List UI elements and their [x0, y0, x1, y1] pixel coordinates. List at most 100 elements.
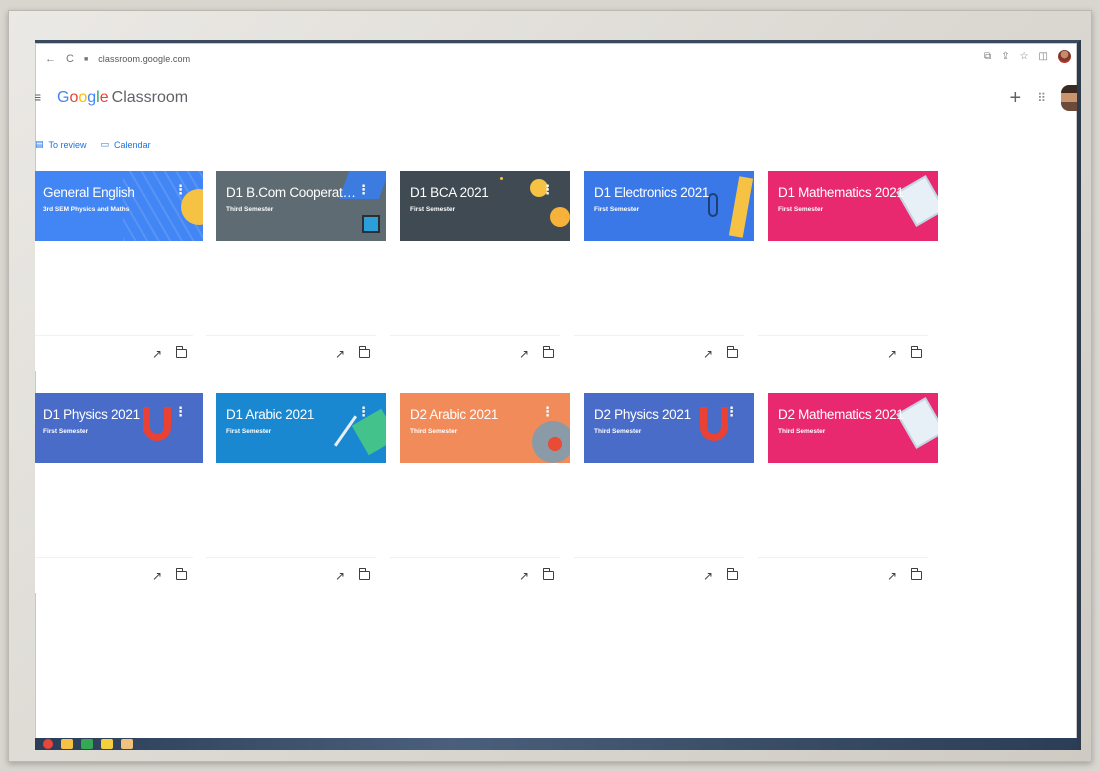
class-card[interactable]: D1 Physics 2021 First Semester ⋮ ↗ — [35, 393, 203, 593]
class-section: First Semester — [43, 428, 89, 435]
class-title[interactable]: D2 Mathematics 2021 — [778, 407, 908, 422]
trending-icon[interactable]: ↗ — [887, 347, 897, 361]
class-section: Third Semester — [226, 206, 274, 213]
class-card[interactable]: D1 Arabic 2021 First Semester ⋮ ↗ — [206, 393, 386, 593]
classroom-logo[interactable]: Google Classroom — [57, 89, 188, 107]
star-icon[interactable]: ☆ — [1020, 51, 1029, 62]
card-banner[interactable]: D2 Physics 2021 Third Semester ⋮ — [584, 393, 754, 463]
trending-icon[interactable]: ↗ — [335, 569, 345, 583]
browser-toolbar: ← C ■ classroom.google.com ⧉ ⇪ ☆ ◫ — [35, 43, 1077, 75]
class-card[interactable]: D1 Electronics 2021 First Semester ↗ — [574, 171, 754, 371]
class-title[interactable]: D1 Electronics 2021 — [594, 185, 724, 200]
trending-icon[interactable]: ↗ — [519, 347, 529, 361]
profile-avatar[interactable] — [1058, 50, 1071, 63]
card-banner[interactable]: D2 Mathematics 2021 Third Semester — [768, 393, 938, 463]
trending-icon[interactable]: ↗ — [335, 347, 345, 361]
card-banner[interactable]: D1 BCA 2021 First Semester ⋮ — [400, 171, 570, 241]
class-card[interactable]: D2 Arabic 2021 Third Semester ⋮ ↗ — [390, 393, 570, 593]
more-vert-icon[interactable]: ⋮ — [174, 183, 187, 196]
more-vert-icon[interactable]: ⋮ — [174, 405, 187, 418]
add-class-icon[interactable]: + — [1010, 87, 1022, 110]
class-title[interactable]: D2 Physics 2021 — [594, 407, 724, 422]
card-footer: ↗ — [574, 557, 744, 593]
trending-icon[interactable]: ↗ — [152, 347, 162, 361]
apps-grid-icon[interactable]: ⠿ — [1037, 91, 1046, 105]
class-title[interactable]: D2 Arabic 2021 — [410, 407, 540, 422]
more-vert-icon[interactable]: ⋮ — [725, 405, 738, 418]
app-icon[interactable] — [81, 739, 93, 749]
product-name: Classroom — [111, 89, 189, 106]
card-footer: ↗ — [35, 335, 193, 371]
folder-icon[interactable] — [175, 346, 187, 358]
folder-icon[interactable] — [358, 346, 370, 358]
reload-button[interactable]: C — [66, 53, 74, 65]
class-title[interactable]: D1 Arabic 2021 — [226, 407, 356, 422]
more-vert-icon[interactable]: ⋮ — [357, 183, 370, 196]
card-banner[interactable]: D1 B.Com Cooperatio... Third Semester ⋮ — [216, 171, 386, 241]
card-banner[interactable]: D1 Physics 2021 First Semester ⋮ — [35, 393, 203, 463]
class-card[interactable]: D2 Mathematics 2021 Third Semester ↗ — [758, 393, 938, 593]
class-card[interactable]: D1 B.Com Cooperatio... Third Semester ⋮ … — [206, 171, 386, 371]
folder-icon[interactable] — [358, 568, 370, 580]
class-section: Third Semester — [594, 428, 642, 435]
banner-illustration — [550, 207, 570, 227]
account-avatar[interactable] — [1061, 85, 1077, 111]
card-banner[interactable]: D2 Arabic 2021 Third Semester ⋮ — [400, 393, 570, 463]
trending-icon[interactable]: ↗ — [703, 347, 713, 361]
folder-icon[interactable] — [726, 568, 738, 580]
calendar-link[interactable]: ▭ Calendar — [101, 139, 151, 150]
to-review-label: To review — [48, 139, 87, 150]
banner-illustration — [500, 177, 503, 180]
sidepanel-icon[interactable]: ◫ — [1039, 51, 1048, 62]
menu-icon[interactable]: ≡ — [35, 89, 41, 105]
taskbar — [35, 738, 1077, 750]
class-title[interactable]: D1 Physics 2021 — [43, 407, 173, 422]
star-app-icon[interactable] — [101, 739, 113, 749]
card-footer: ↗ — [390, 557, 560, 593]
card-footer: ↗ — [206, 557, 376, 593]
card-banner[interactable]: General English 3rd SEM Physics and Math… — [35, 171, 203, 241]
class-title[interactable]: D1 BCA 2021 — [410, 185, 540, 200]
class-card[interactable]: D1 BCA 2021 First Semester ⋮ ↗ — [390, 171, 570, 371]
class-card[interactable]: General English 3rd SEM Physics and Math… — [35, 171, 203, 371]
banner-illustration — [896, 175, 938, 227]
folder-icon[interactable] — [910, 346, 922, 358]
translate-icon[interactable]: ⧉ — [984, 51, 991, 62]
class-title[interactable]: D1 B.Com Cooperatio... — [226, 185, 356, 200]
start-icon[interactable] — [43, 739, 53, 749]
browser-window: ← C ■ classroom.google.com ⧉ ⇪ ☆ ◫ ≡ Goo… — [35, 40, 1081, 750]
class-card[interactable]: D2 Physics 2021 Third Semester ⋮ ↗ — [574, 393, 754, 593]
card-banner[interactable]: D1 Electronics 2021 First Semester — [584, 171, 754, 241]
trending-icon[interactable]: ↗ — [152, 569, 162, 583]
back-button[interactable]: ← — [45, 53, 56, 65]
calendar-label: Calendar — [114, 139, 151, 150]
folder-icon[interactable] — [175, 568, 187, 580]
more-vert-icon[interactable]: ⋮ — [541, 183, 554, 196]
folder-icon[interactable] — [726, 346, 738, 358]
lock-icon: ■ — [83, 55, 89, 63]
trending-icon[interactable]: ↗ — [519, 569, 529, 583]
folder-icon[interactable] — [910, 568, 922, 580]
folder-icon[interactable] — [542, 346, 554, 358]
class-title[interactable]: General English — [43, 185, 173, 200]
folder-app-icon[interactable] — [121, 739, 133, 749]
trending-icon[interactable]: ↗ — [887, 569, 897, 583]
card-footer: ↗ — [758, 335, 928, 371]
card-footer: ↗ — [35, 557, 193, 593]
class-section: First Semester — [594, 206, 640, 213]
share-icon[interactable]: ⇪ — [1001, 51, 1009, 62]
more-vert-icon[interactable]: ⋮ — [357, 405, 370, 418]
card-footer: ↗ — [206, 335, 376, 371]
trending-icon[interactable]: ↗ — [703, 569, 713, 583]
chrome-icon[interactable] — [61, 739, 73, 749]
class-title[interactable]: D1 Mathematics 2021 — [778, 185, 908, 200]
class-card[interactable]: D1 Mathematics 2021 First Semester ↗ — [758, 171, 938, 371]
to-review-link[interactable]: ▤ To review — [35, 139, 87, 150]
card-banner[interactable]: D1 Mathematics 2021 First Semester — [768, 171, 938, 241]
card-footer: ↗ — [574, 335, 744, 371]
folder-icon[interactable] — [542, 568, 554, 580]
card-banner[interactable]: D1 Arabic 2021 First Semester ⋮ — [216, 393, 386, 463]
more-vert-icon[interactable]: ⋮ — [541, 405, 554, 418]
card-footer: ↗ — [758, 557, 928, 593]
address-bar[interactable]: classroom.google.com — [98, 54, 190, 64]
